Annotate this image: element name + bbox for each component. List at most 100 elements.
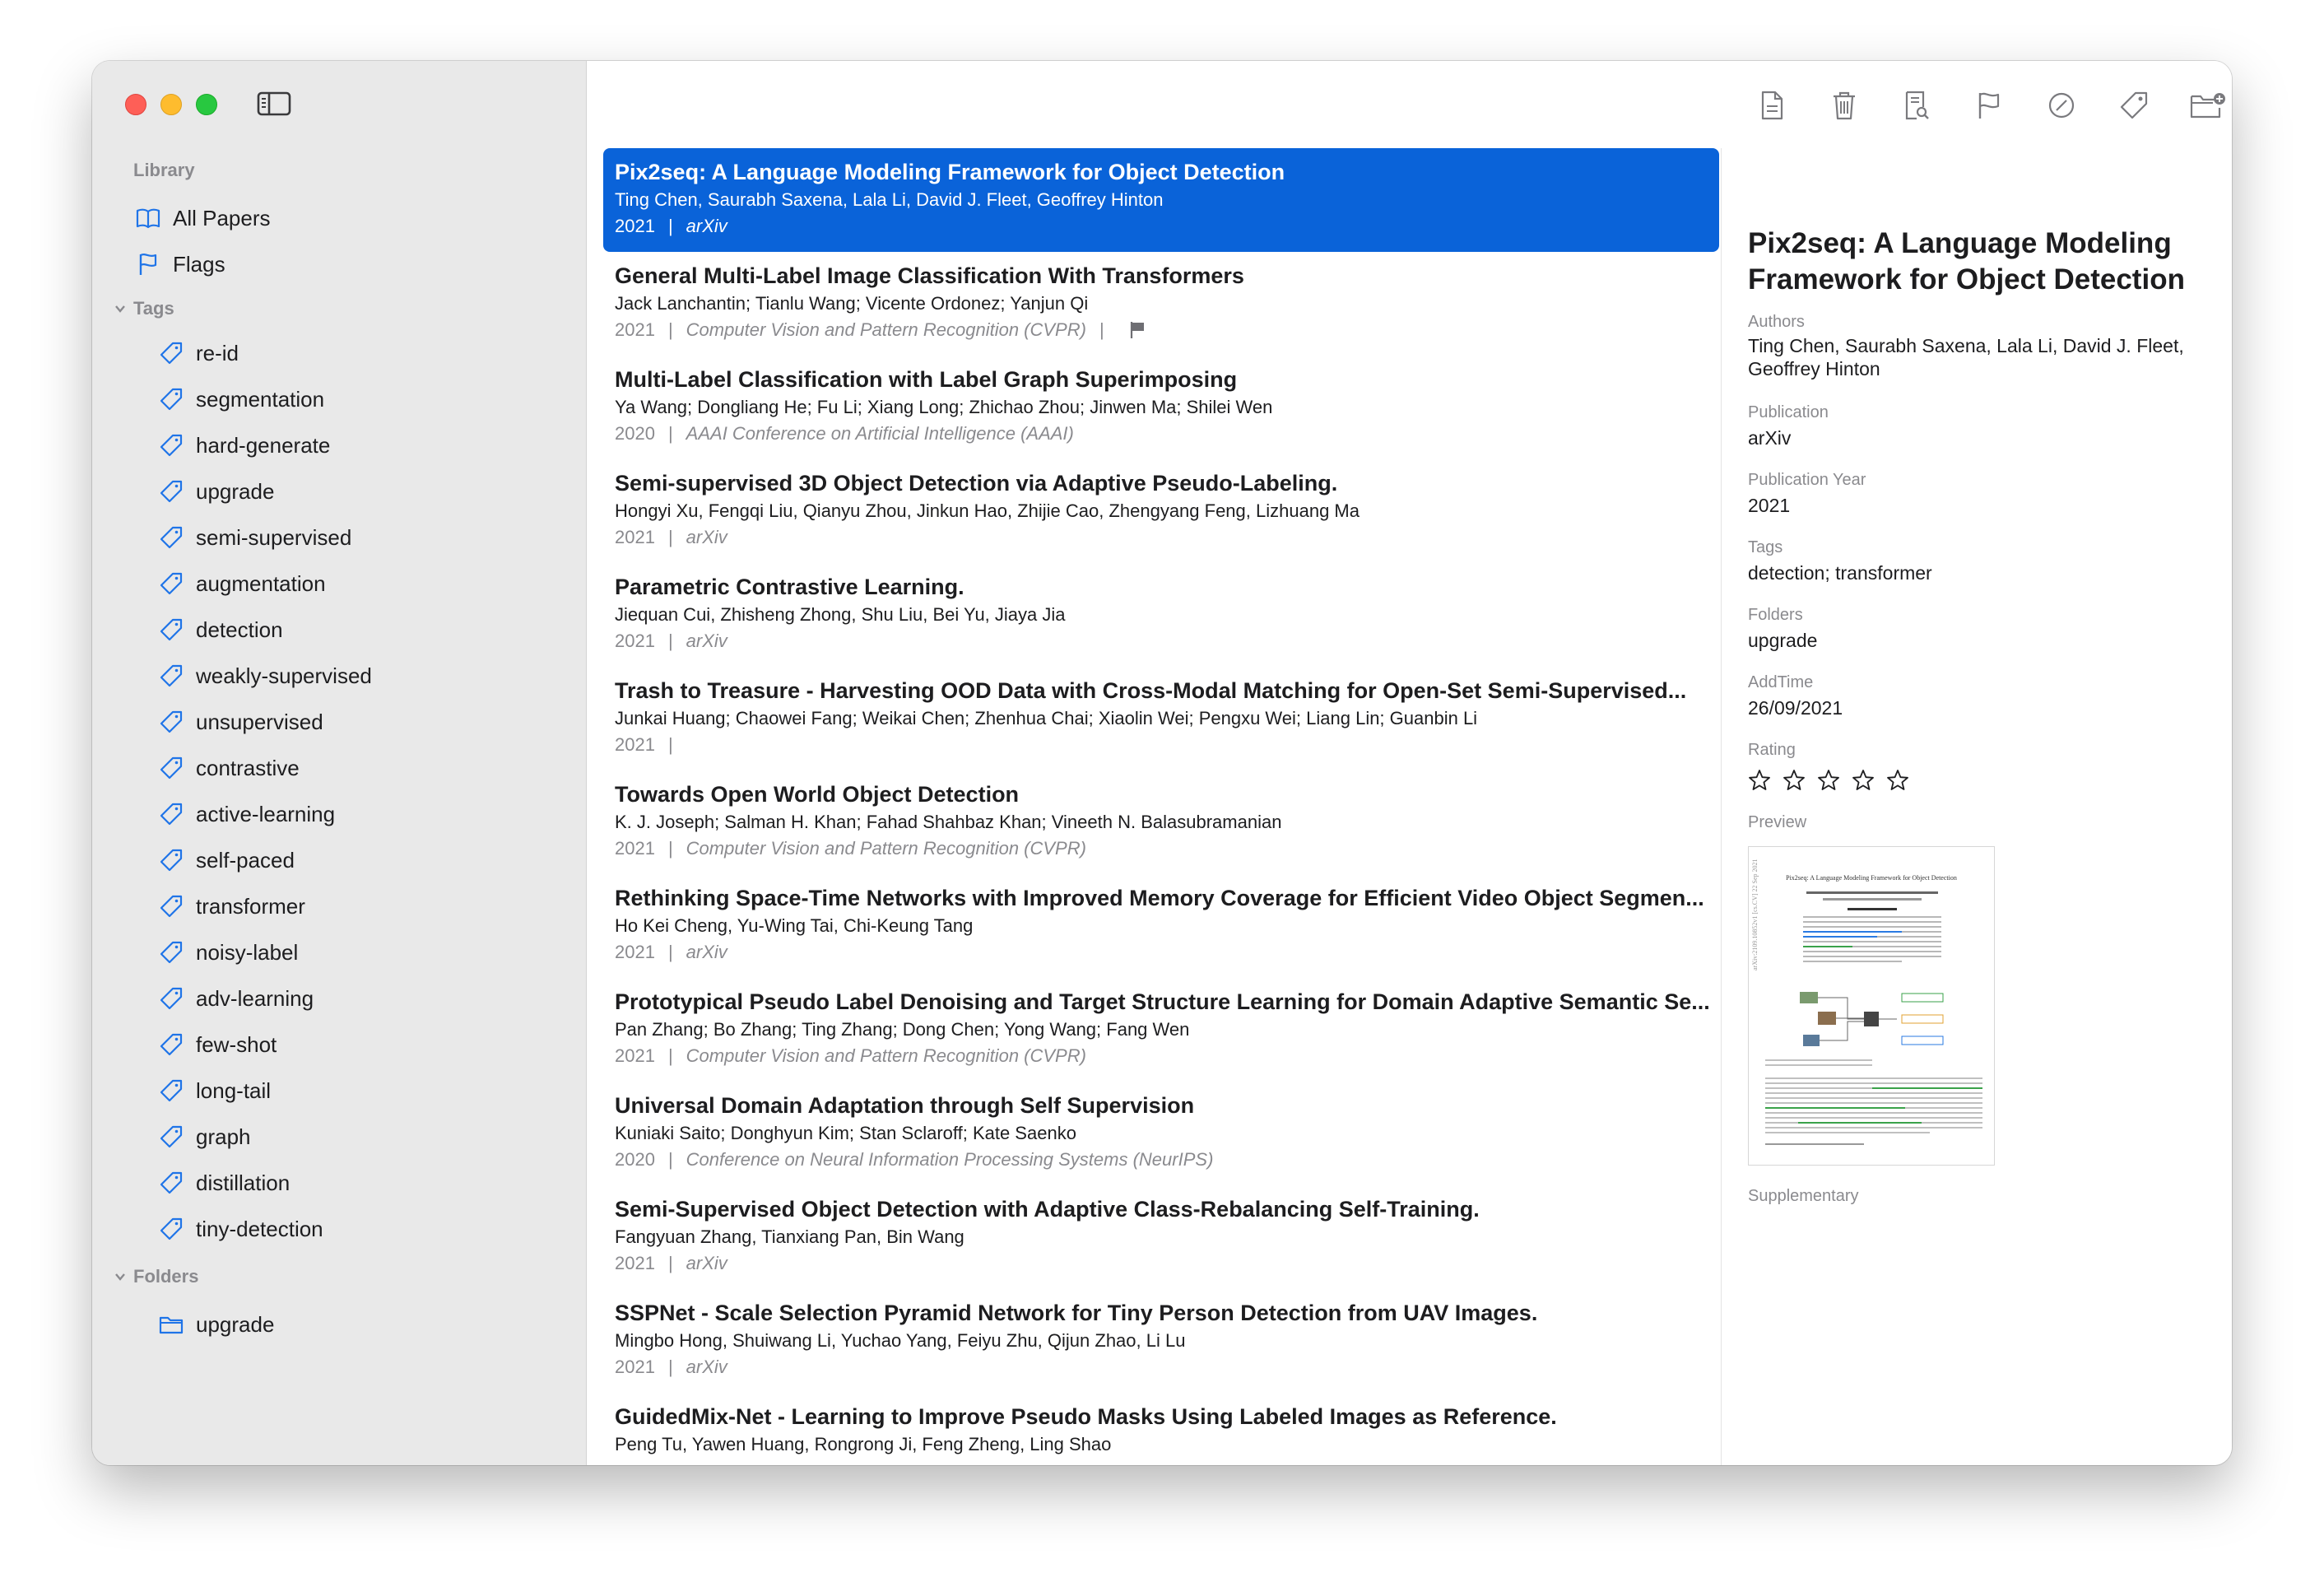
paper-year: 2020	[615, 423, 655, 444]
paper-row[interactable]: Rethinking Space-Time Networks with Impr…	[603, 874, 1719, 978]
star-icon[interactable]	[1746, 767, 1773, 794]
paper-year: 2021	[615, 734, 655, 755]
authors-value: Ting Chen, Saurabh Saxena, Lala Li, Davi…	[1748, 335, 2184, 379]
star-icon[interactable]	[1815, 767, 1842, 794]
paper-row[interactable]: Towards Open World Object Detection K. J.…	[603, 770, 1719, 874]
meta-separator: |	[667, 1357, 673, 1377]
open-document-button[interactable]	[1752, 86, 1792, 125]
paper-year: 2021	[615, 838, 655, 859]
sidebar-tag-few-shot[interactable]: few-shot	[158, 1024, 277, 1065]
addtime-value: 26/09/2021	[1748, 697, 1843, 719]
sidebar-tag-transformer[interactable]: transformer	[158, 886, 305, 927]
sidebar-tag-detection[interactable]: detection	[158, 609, 283, 650]
paper-title: Parametric Contrastive Learning.	[615, 575, 964, 599]
tag-icon	[158, 570, 184, 597]
sidebar-tag-contrastive[interactable]: contrastive	[158, 747, 300, 789]
sidebar-tag-graph[interactable]: graph	[158, 1116, 251, 1157]
sidebar-item-flags[interactable]: Flags	[135, 244, 225, 285]
folder-icon	[158, 1311, 184, 1338]
paper-row[interactable]: General Multi-Label Image Classification…	[603, 252, 1719, 356]
paper-row[interactable]: Pix2seq: A Language Modeling Framework f…	[603, 148, 1719, 252]
paper-meta: 2021 | Computer Vision and Pattern Recogni…	[615, 838, 1086, 859]
folders-section-header[interactable]: Folders	[114, 1266, 198, 1287]
paper-row[interactable]: Semi-Supervised Object Detection with Ad…	[603, 1185, 1719, 1289]
paper-row[interactable]: SSPNet - Scale Selection Pyramid Network…	[603, 1289, 1719, 1393]
meta-separator: |	[667, 1253, 673, 1273]
sidebar-tag-adv-learning[interactable]: adv-learning	[158, 978, 314, 1019]
sidebar-tag-upgrade[interactable]: upgrade	[158, 471, 274, 512]
tag-icon	[158, 386, 184, 412]
sidebar-folder-label: upgrade	[196, 1311, 275, 1337]
sidebar-tag-label: re-id	[196, 340, 239, 365]
sidebar-tag-self-paced[interactable]: self-paced	[158, 840, 295, 881]
paper-publication: arXiv	[686, 942, 727, 962]
paper-authors: Junkai Huang; Chaowei Fang; Weikai Chen;…	[615, 708, 1478, 728]
pdf-preview[interactable]: arXiv:2109.10852v1 [cs.CV] 22 Sep 2021 P…	[1748, 846, 1995, 1166]
sidebar-tag-weakly-supervised[interactable]: weakly-supervised	[158, 655, 372, 696]
sidebar-tag-active-learning[interactable]: active-learning	[158, 794, 335, 835]
sidebar-item-all-papers[interactable]: All Papers	[135, 198, 271, 239]
zoom-window-button[interactable]	[196, 94, 217, 115]
sidebar-tag-label: transformer	[196, 893, 305, 919]
tag-icon	[158, 617, 184, 643]
paper-row[interactable]: Trash to Treasure - Harvesting OOD Data …	[603, 667, 1719, 770]
search-document-button[interactable]	[1897, 86, 1936, 125]
paper-row[interactable]: GuidedMix-Net - Learning to Improve Pseu…	[603, 1393, 1719, 1465]
paper-authors: Mingbo Hong, Shuiwang Li, Yuchao Yang, F…	[615, 1330, 1186, 1351]
sidebar-tag-re-id[interactable]: re-id	[158, 333, 239, 374]
paper-publication: Computer Vision and Pattern Recognition …	[686, 1045, 1086, 1066]
sidebar-tag-tiny-detection[interactable]: tiny-detection	[158, 1208, 323, 1250]
flag-icon	[135, 251, 161, 277]
sidebar-tag-augmentation[interactable]: augmentation	[158, 563, 326, 604]
sidebar-tag-label: self-paced	[196, 847, 295, 873]
paper-title: Towards Open World Object Detection	[615, 782, 1020, 807]
add-to-folder-button[interactable]	[2188, 86, 2228, 125]
meta-separator: |	[667, 942, 673, 962]
paper-publication: arXiv	[686, 1357, 727, 1377]
paper-row[interactable]: Semi-supervised 3D Object Detection via …	[603, 459, 1719, 563]
paper-authors: Kuniaki Saito; Donghyun Kim; Stan Sclaro…	[615, 1123, 1076, 1143]
close-window-button[interactable]	[125, 94, 146, 115]
sidebar-tag-label: hard-generate	[196, 432, 331, 458]
supplementary-label: Supplementary	[1748, 1187, 1859, 1205]
delete-button[interactable]	[1824, 86, 1864, 125]
sidebar-tag-noisy-label[interactable]: noisy-label	[158, 932, 298, 973]
sidebar: Library All Papers Flags Tags re-id segme…	[92, 61, 587, 1465]
tag-icon	[158, 939, 184, 966]
year-value: 2021	[1748, 495, 1791, 516]
flag-button[interactable]	[1969, 86, 2009, 125]
tags-value[interactable]: detection; transformer	[1748, 561, 2209, 584]
sidebar-tag-long-tail[interactable]: long-tail	[158, 1070, 271, 1111]
star-icon[interactable]	[1850, 767, 1876, 794]
sidebar-tag-label: active-learning	[196, 801, 336, 826]
tag-button[interactable]	[2114, 86, 2154, 125]
chevron-down-icon	[115, 1273, 125, 1281]
sidebar-tag-segmentation[interactable]: segmentation	[158, 379, 324, 420]
sidebar-tag-unsupervised[interactable]: unsupervised	[158, 701, 323, 742]
sidebar-tag-distillation[interactable]: distillation	[158, 1162, 290, 1203]
paper-meta: 2021 | Computer Vision and Pattern Recogni…	[615, 1045, 1086, 1067]
clear-button[interactable]	[2042, 86, 2081, 125]
meta-separator: |	[1099, 319, 1104, 340]
sidebar-toggle-icon[interactable]	[257, 91, 291, 117]
sidebar-tag-label: contrastive	[196, 755, 300, 780]
sidebar-tag-label: semi-supervised	[196, 524, 352, 550]
paper-publication: arXiv	[686, 1253, 727, 1273]
tags-section-header[interactable]: Tags	[114, 298, 174, 319]
paper-row[interactable]: Parametric Contrastive Learning. Jiequan …	[603, 563, 1719, 667]
paper-row[interactable]: Multi-Label Classification with Label Gr…	[603, 356, 1719, 459]
sidebar-tag-label: few-shot	[196, 1031, 277, 1057]
star-icon[interactable]	[1885, 767, 1911, 794]
sidebar-tag-hard-generate[interactable]: hard-generate	[158, 425, 330, 466]
trash-icon	[1834, 91, 1855, 120]
sidebar-tag-label: long-tail	[196, 1077, 272, 1103]
rating-label: Rating	[1748, 741, 1796, 759]
paper-row[interactable]: Universal Domain Adaptation through Self…	[603, 1082, 1719, 1185]
paper-row[interactable]: Prototypical Pseudo Label Denoising and …	[603, 978, 1719, 1082]
minimize-window-button[interactable]	[160, 94, 182, 115]
folders-value[interactable]: upgrade	[1748, 629, 2209, 652]
star-icon[interactable]	[1781, 767, 1807, 794]
sidebar-tag-semi-supervised[interactable]: semi-supervised	[158, 517, 351, 558]
sidebar-item-label: All Papers	[173, 205, 271, 230]
sidebar-folder-upgrade[interactable]: upgrade	[158, 1304, 274, 1345]
